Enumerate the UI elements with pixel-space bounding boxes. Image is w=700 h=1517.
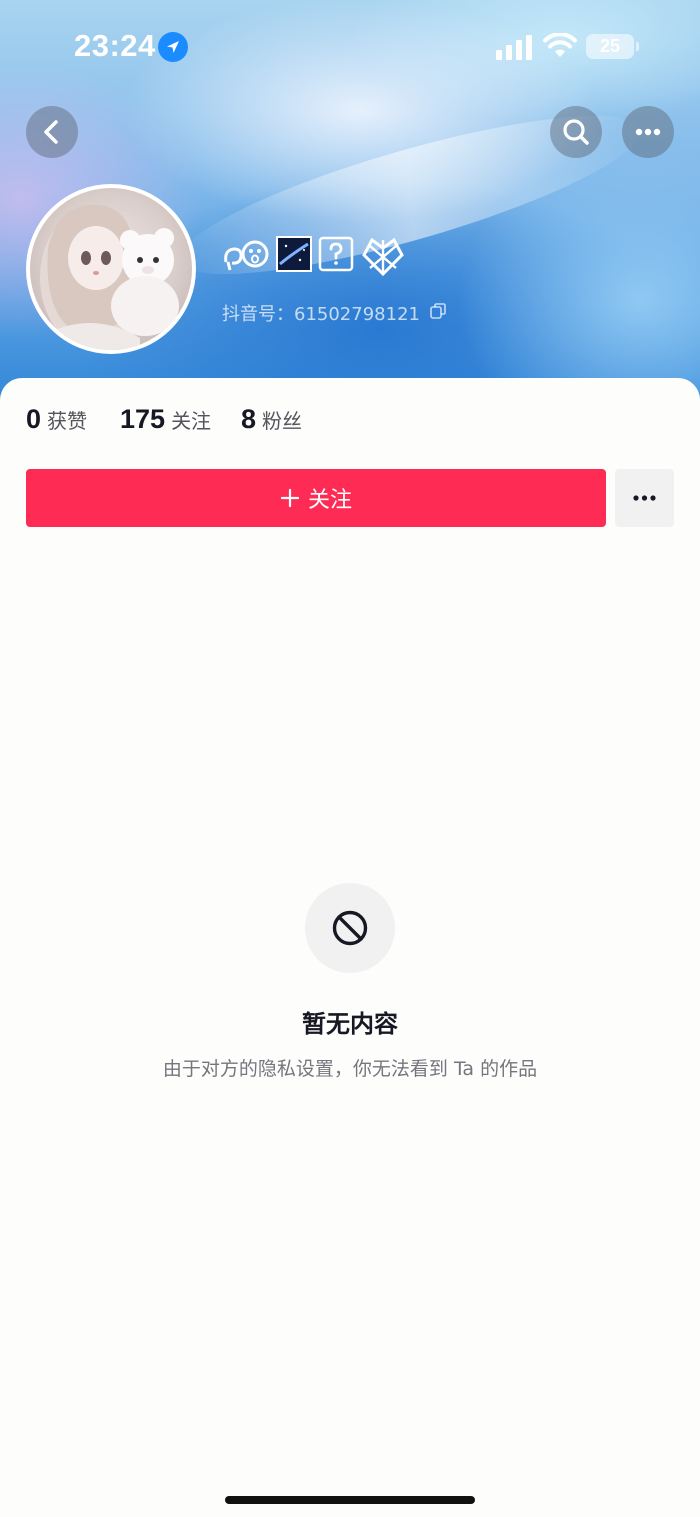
empty-state-icon-wrap <box>305 883 395 973</box>
stat-value: 175 <box>120 404 166 434</box>
plus-icon <box>280 488 300 508</box>
back-button[interactable] <box>26 106 78 158</box>
location-arrow-icon <box>158 32 188 62</box>
follow-button[interactable]: 关注 <box>26 469 606 527</box>
question-box-emoji <box>318 236 354 272</box>
pixel-heart-glyph <box>362 237 404 277</box>
prohibited-icon <box>332 910 368 946</box>
status-time: 23:24 <box>74 28 156 63</box>
ellipsis-icon <box>635 128 661 136</box>
douyin-id: 抖音号：61502798121 <box>222 304 420 325</box>
chevron-left-icon <box>44 120 58 144</box>
follow-label: 关注 <box>307 488 352 513</box>
search-button[interactable] <box>550 106 602 158</box>
stat-label: 粉丝 <box>262 409 303 433</box>
emoticon-glyph <box>224 240 269 271</box>
empty-state-title: 暂无内容 <box>302 1010 398 1038</box>
ellipsis-icon <box>633 495 656 501</box>
more-button[interactable] <box>622 106 674 158</box>
starry-image-emoji <box>276 236 312 272</box>
search-icon <box>563 119 589 145</box>
stat-value: 8 <box>241 404 257 434</box>
stat-followers[interactable]: 8 粉丝 <box>241 404 302 435</box>
home-indicator[interactable] <box>225 1496 475 1504</box>
battery-icon: 25 <box>586 34 639 59</box>
signal-icon <box>496 34 534 60</box>
empty-state-description: 由于对方的隐私设置，你无法看到 Ta 的作品 <box>162 1058 538 1080</box>
stat-label: 获赞 <box>47 409 88 433</box>
stat-label: 关注 <box>171 409 212 433</box>
wifi-icon <box>543 33 577 57</box>
stat-likes[interactable]: 0 获赞 <box>26 404 87 435</box>
copy-icon[interactable] <box>430 303 446 319</box>
options-button[interactable] <box>615 469 674 527</box>
stat-value: 0 <box>26 404 42 434</box>
battery-level: 25 <box>599 36 621 56</box>
stat-following[interactable]: 175 关注 <box>120 404 211 435</box>
avatar[interactable] <box>26 184 196 354</box>
